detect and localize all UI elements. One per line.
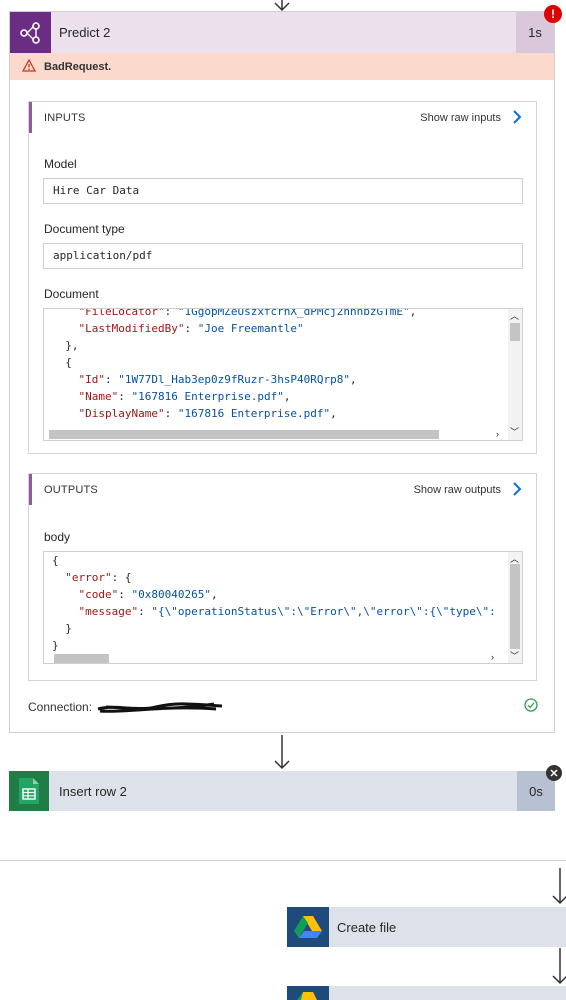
json-key: "Id" — [78, 373, 106, 386]
error-message: BadRequest. — [44, 61, 112, 73]
connection-label: Connection: — [28, 700, 93, 714]
code-line: "message": "{\"operationStatus\":\"Error… — [78, 605, 496, 618]
document-horizontal-scrollbar[interactable] — [49, 430, 439, 439]
document-type-field[interactable]: application/pdf — [43, 243, 523, 269]
scroll-down-icon[interactable]: ﹀ — [510, 651, 519, 661]
show-raw-outputs-link[interactable]: Show raw outputs — [414, 484, 501, 496]
document-code-view[interactable]: "FileLocator": "1GgopMZeUszxfcrhX_dPMcj2… — [43, 308, 523, 441]
json-key: "DisplayName" — [78, 407, 165, 420]
code-line: "Name": "167816 Enterprise.pdf", — [78, 390, 291, 403]
scroll-up-icon[interactable]: ︿ — [510, 554, 519, 564]
json-value: "{\"operationStatus\":\"Error\",\"error\… — [151, 605, 496, 618]
body-label: body — [44, 530, 71, 544]
outputs-header: OUTPUTS Show raw outputs — [29, 474, 536, 505]
flow-arrow-right-1 — [550, 868, 566, 906]
error-banner: BadRequest. — [10, 53, 554, 80]
json-key: "FileLocator" — [78, 308, 165, 318]
json-value: "167816 Enterprise.pdf" — [177, 407, 331, 420]
success-check-icon — [524, 698, 538, 712]
next-drive-action-card[interactable] — [287, 986, 566, 1000]
json-value: "Joe Freemantle" — [197, 322, 304, 335]
json-value: "0x80040265" — [131, 588, 211, 601]
body-vertical-scrollbar[interactable]: ︿ ﹀ — [508, 552, 522, 663]
scroll-down-icon[interactable]: ﹀ — [510, 427, 519, 437]
error-badge: ! — [544, 5, 562, 23]
code-line: "DisplayName": "167816 Enterprise.pdf", — [78, 407, 337, 420]
code-line: "LastModifiedBy": "Joe Freemantle" — [78, 322, 304, 335]
body-horizontal-scrollbar[interactable] — [54, 654, 109, 663]
model-field[interactable]: Hire Car Data — [43, 178, 523, 204]
outputs-panel: OUTPUTS Show raw outputs body { "error":… — [28, 473, 537, 681]
document-label: Document — [44, 287, 99, 301]
scroll-thumb[interactable] — [510, 564, 520, 649]
document-code-text: "FileLocator": "1GgopMZeUszxfcrhX_dPMcj2… — [52, 308, 417, 422]
json-value: "1W77Dl_Hab3ep0z9fRuzr-3hsP40RQrp8" — [118, 373, 351, 386]
json-key: "code" — [78, 588, 119, 601]
json-key: "message" — [78, 605, 139, 618]
flow-arrow-middle — [272, 735, 292, 771]
predict-title: Predict 2 — [59, 25, 111, 40]
warning-icon — [22, 59, 36, 72]
code-line: "code": "0x80040265", — [78, 588, 218, 601]
code-line: } — [65, 622, 72, 635]
scroll-up-icon[interactable]: ︿ — [510, 311, 519, 321]
json-key: "error" — [65, 571, 112, 584]
predict-action-card: Predict 2 1s BadRequest. INPUTS Show raw… — [9, 11, 555, 733]
cancel-icon — [546, 765, 562, 781]
ai-builder-icon — [10, 12, 51, 53]
show-raw-inputs-link[interactable]: Show raw inputs — [420, 112, 501, 124]
json-value: "167816 Enterprise.pdf" — [131, 390, 284, 403]
code-line: { — [65, 356, 72, 369]
flow-arrow-right-2 — [550, 948, 566, 986]
outputs-label: OUTPUTS — [44, 484, 98, 496]
code-line: "Id": "1W77Dl_Hab3ep0z9fRuzr-3hsP40RQrp8… — [78, 373, 357, 386]
inputs-header: INPUTS Show raw inputs — [29, 102, 536, 133]
model-label: Model — [44, 157, 77, 171]
json-key: "LastModifiedBy" — [78, 322, 185, 335]
code-line: }, — [65, 339, 79, 352]
predict-header[interactable]: Predict 2 1s — [10, 12, 554, 53]
branch-divider — [0, 860, 566, 861]
inputs-label: INPUTS — [44, 112, 86, 124]
body-code-text: { "error": { "code": "0x80040265", "mess… — [52, 552, 496, 654]
inputs-panel: INPUTS Show raw inputs Model Hire Car Da… — [28, 101, 537, 454]
json-key: "Name" — [78, 390, 119, 403]
json-value: "1GgopMZeUszxfcrhX_dPMcj2hhhbzGTmE" — [177, 308, 410, 318]
code-line: "error": { — [65, 571, 132, 584]
insert-row-action-card[interactable]: Insert row 2 0s — [9, 771, 555, 811]
code-line: { — [52, 554, 59, 567]
chevron-right-icon[interactable] — [512, 109, 522, 130]
google-drive-icon — [287, 986, 329, 1000]
scroll-thumb[interactable] — [510, 323, 520, 341]
create-file-action-card[interactable]: Create file — [287, 907, 566, 947]
body-code-view[interactable]: { "error": { "code": "0x80040265", "mess… — [43, 551, 523, 664]
chevron-right-icon[interactable] — [512, 481, 522, 502]
google-sheets-icon — [9, 771, 49, 811]
google-drive-icon — [287, 907, 329, 947]
code-line: } — [52, 639, 59, 652]
scroll-right-icon[interactable]: › — [496, 429, 499, 439]
scroll-right-icon[interactable]: › — [491, 652, 494, 662]
redacted-connection-name — [97, 702, 223, 713]
document-type-label: Document type — [44, 222, 125, 236]
code-line: "FileLocator": "1GgopMZeUszxfcrhX_dPMcj2… — [52, 308, 417, 320]
create-file-title: Create file — [337, 920, 397, 935]
document-vertical-scrollbar[interactable]: ︿ ﹀ — [508, 309, 522, 440]
insert-row-title: Insert row 2 — [59, 784, 127, 799]
